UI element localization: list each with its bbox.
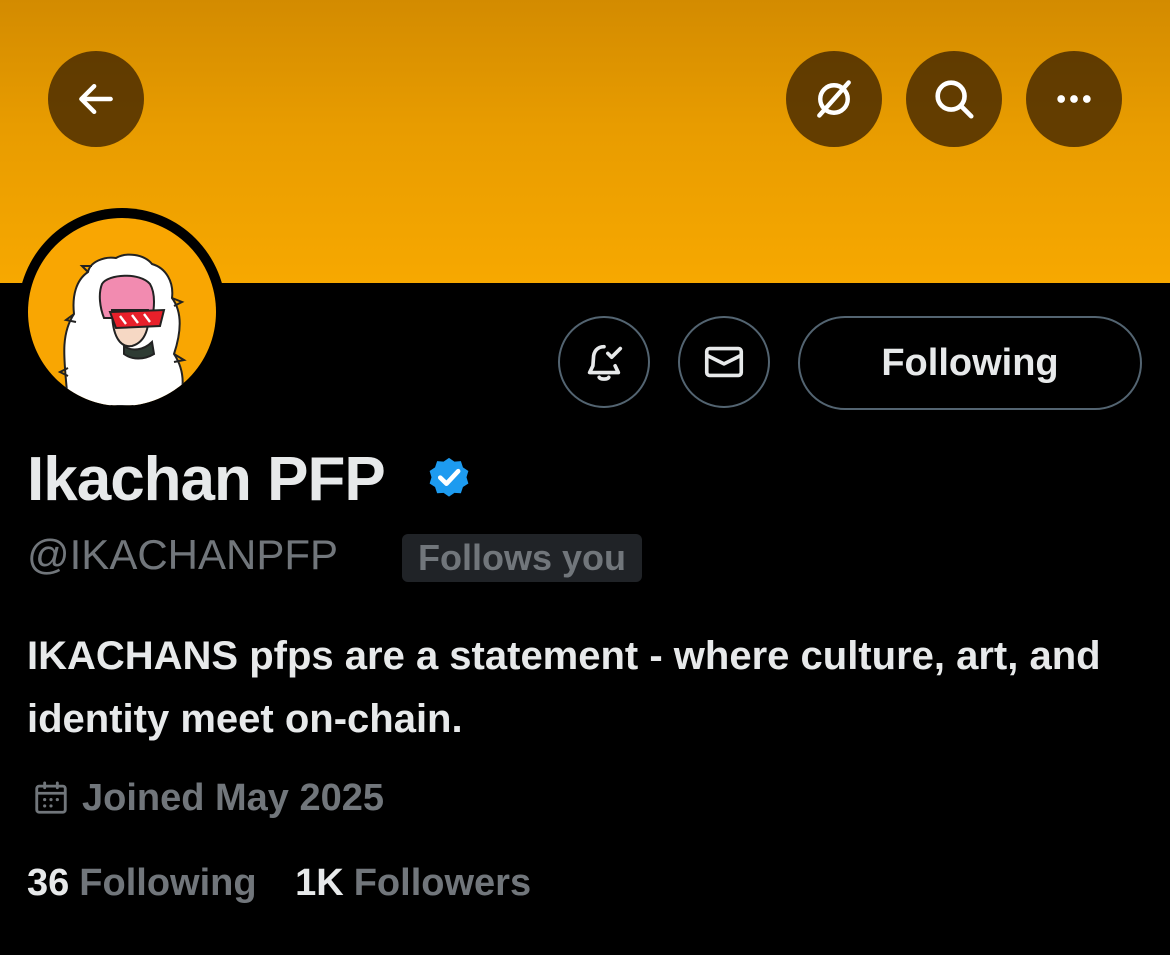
display-name: Ikachan PFP: [27, 445, 386, 514]
follows-you-badge: Follows you: [402, 534, 643, 582]
verified-badge-icon[interactable]: [424, 452, 474, 507]
follow-stats: 36 Following 1K Followers: [27, 857, 531, 909]
message-button[interactable]: [678, 316, 770, 408]
avatar-illustration: [57, 253, 187, 406]
envelope-icon: [704, 346, 744, 378]
joined-date: Joined May 2025: [82, 777, 385, 819]
grok-button[interactable]: [786, 51, 882, 147]
search-button[interactable]: [906, 51, 1002, 147]
more-button[interactable]: [1026, 51, 1122, 147]
followers-label: Followers: [353, 862, 532, 904]
following-button[interactable]: Following: [798, 316, 1142, 410]
search-icon: [935, 80, 974, 119]
profile-bio: IKACHANS pfps are a statement - where cu…: [27, 634, 1101, 741]
followers-stat-link[interactable]: 1K Followers: [295, 857, 531, 909]
more-horizontal-icon: [1057, 95, 1091, 103]
following-stat-link[interactable]: 36 Following: [27, 857, 257, 909]
back-button[interactable]: [48, 51, 144, 147]
grok-slash-icon: [817, 80, 851, 118]
followers-count: 1K: [295, 862, 344, 904]
arrow-left-icon: [79, 83, 113, 115]
bell-check-icon: [587, 344, 623, 381]
profile-handle: @IKACHANPFP: [27, 531, 339, 578]
avatar[interactable]: [28, 218, 216, 406]
notifications-button[interactable]: [558, 316, 650, 408]
following-label: Following: [79, 862, 257, 904]
calendar-icon: [35, 781, 67, 814]
following-count: 36: [27, 862, 70, 904]
